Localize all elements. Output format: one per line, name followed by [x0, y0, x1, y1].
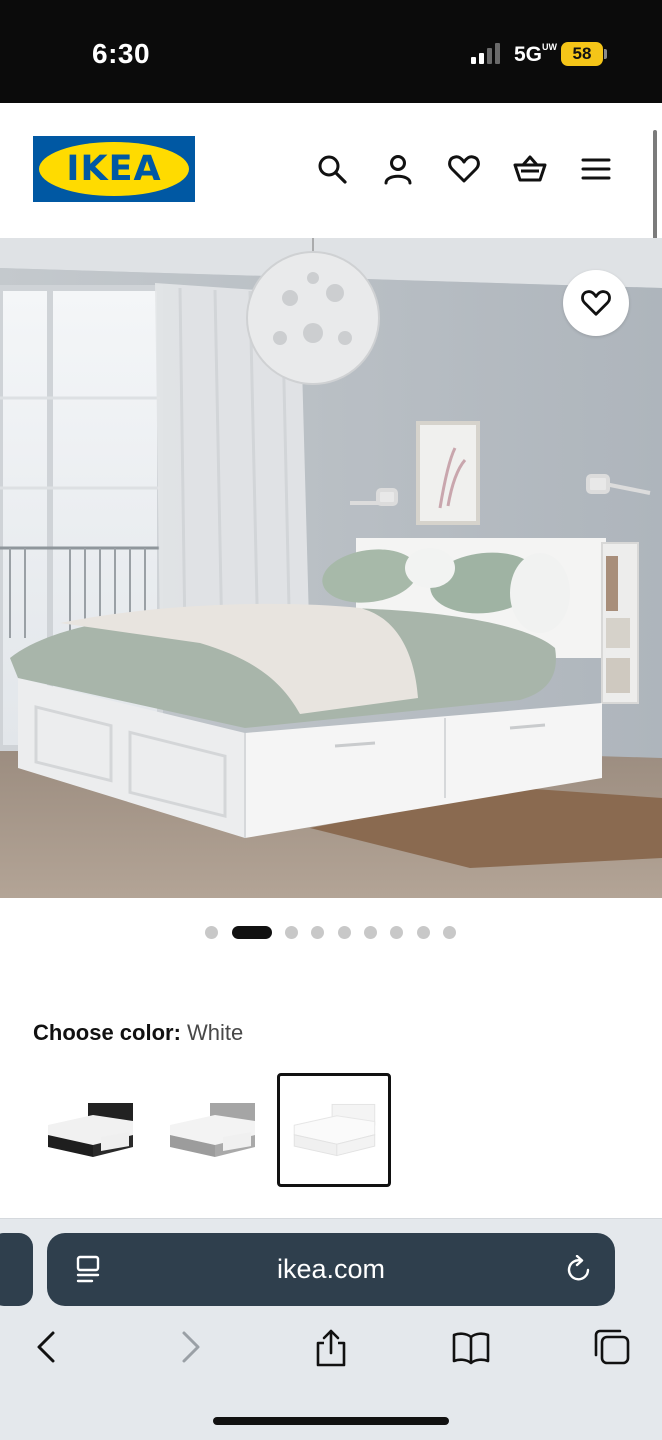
carousel-dot[interactable]: [417, 926, 430, 939]
bed-thumbnail-icon: [293, 1103, 376, 1157]
browser-toolbar: ikea.com: [0, 1218, 662, 1440]
forward-icon[interactable]: [170, 1327, 210, 1367]
tabs-icon[interactable]: [592, 1327, 632, 1367]
image-carousel-dots: [0, 924, 662, 940]
bed-thumbnail-icon: [170, 1103, 255, 1157]
carousel-dot[interactable]: [338, 926, 351, 939]
search-icon[interactable]: [315, 152, 349, 186]
carousel-dot[interactable]: [443, 926, 456, 939]
favorite-button[interactable]: [563, 270, 629, 336]
signal-icon: [471, 43, 500, 64]
address-bar[interactable]: ikea.com: [47, 1233, 615, 1306]
bookmarks-icon[interactable]: [451, 1327, 491, 1367]
choose-color-heading: Choose color: White: [33, 1020, 243, 1046]
basket-icon[interactable]: [513, 152, 547, 186]
color-option-white[interactable]: [277, 1073, 391, 1187]
back-icon[interactable]: [27, 1327, 67, 1367]
logo-text: IKEA: [66, 149, 162, 189]
page-scrollbar[interactable]: [653, 130, 657, 240]
color-option-gray[interactable]: [155, 1073, 269, 1187]
carousel-dot[interactable]: [205, 926, 218, 939]
ikea-logo[interactable]: IKEA ®: [33, 136, 195, 202]
selected-color-value: White: [187, 1020, 244, 1045]
heart-icon: [581, 290, 611, 316]
battery-tip: [604, 49, 607, 59]
share-icon[interactable]: [311, 1327, 351, 1367]
status-time: 6:30: [92, 38, 151, 69]
bed-photo: [0, 238, 662, 898]
previous-tab-preview[interactable]: [0, 1233, 33, 1306]
reload-icon[interactable]: [565, 1255, 593, 1285]
carousel-dot[interactable]: [390, 926, 403, 939]
bed-thumbnail-icon: [48, 1103, 133, 1157]
carousel-dot-active[interactable]: [232, 926, 272, 939]
site-header: IKEA ®: [0, 103, 662, 240]
home-indicator[interactable]: [213, 1417, 449, 1425]
account-icon[interactable]: [381, 152, 415, 186]
network-suffix: UW: [542, 42, 558, 52]
network-type: 5GUW: [514, 42, 558, 67]
carousel-dot[interactable]: [285, 926, 298, 939]
menu-icon[interactable]: [579, 152, 613, 186]
carousel-dot[interactable]: [364, 926, 377, 939]
heart-icon[interactable]: [447, 152, 481, 186]
logo-registered-mark: ®: [180, 149, 186, 158]
carousel-dot[interactable]: [311, 926, 324, 939]
choose-color-label: Choose color:: [33, 1020, 181, 1045]
status-bar: 6:30 5GUW 58: [0, 0, 662, 103]
battery-indicator: 58: [561, 42, 603, 66]
color-option-black[interactable]: [33, 1073, 147, 1187]
url-text[interactable]: ikea.com: [47, 1233, 615, 1306]
product-image[interactable]: [0, 238, 662, 898]
network-label: 5G: [514, 43, 543, 66]
